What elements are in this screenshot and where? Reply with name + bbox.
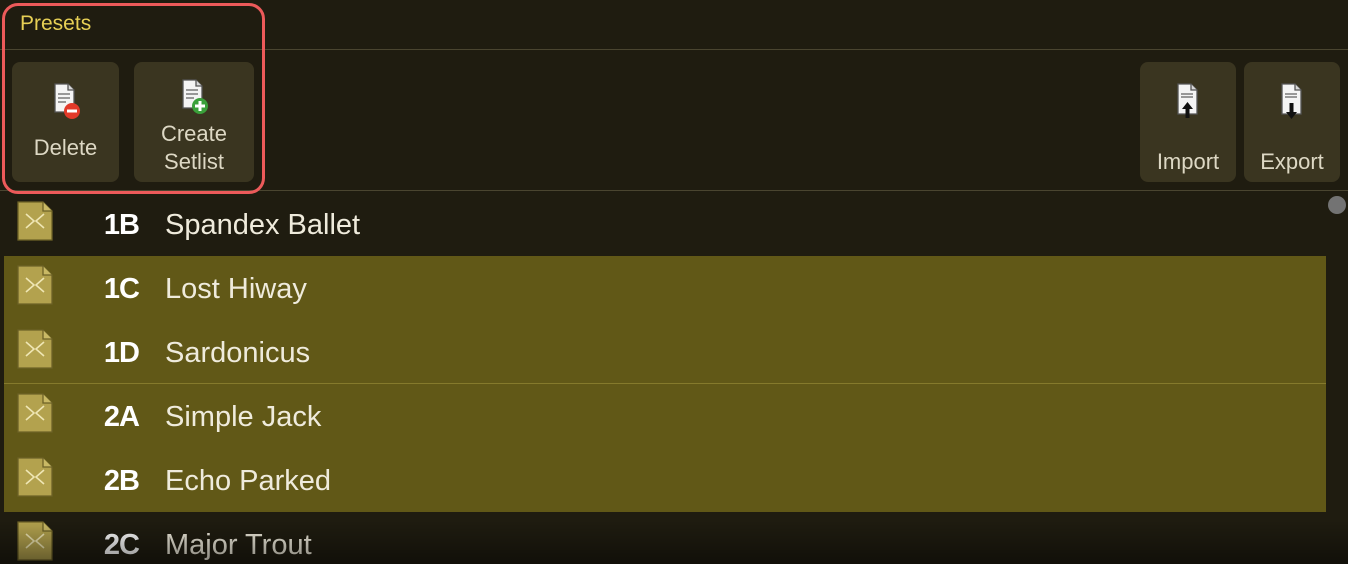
export-label: Export [1260, 149, 1324, 174]
preset-row-1c[interactable]: 1C Lost Hiway [4, 256, 1326, 320]
scrollbar-thumb[interactable] [1328, 196, 1346, 214]
preset-row-2a[interactable]: 2A Simple Jack [4, 384, 1326, 448]
toolbar: Delete Create Setlist Import Export [0, 3, 1348, 194]
preset-name: Sardonicus [165, 337, 311, 369]
import-label: Import [1156, 149, 1220, 174]
preset-file-icon [16, 264, 54, 311]
delete-button[interactable]: Delete [12, 62, 119, 182]
panel-header: Presets [0, 0, 1348, 50]
preset-code: 2C [103, 529, 140, 561]
preset-code: 2A [103, 401, 140, 433]
preset-row-2c[interactable]: 2C Major Trout [4, 512, 1326, 564]
add-document-icon [177, 78, 211, 124]
import-button[interactable]: Import [1140, 62, 1236, 182]
preset-list: 1B Spandex Ballet 1C Lost Hiway 1D Sardo… [4, 192, 1326, 564]
preset-code: 2B [103, 465, 140, 497]
preset-file-icon [16, 392, 54, 439]
preset-row-2b[interactable]: 2B Echo Parked [4, 448, 1326, 512]
preset-file-icon [16, 520, 54, 564]
preset-code: 1C [103, 273, 140, 305]
create-setlist-button[interactable]: Create Setlist [134, 62, 254, 182]
preset-name: Spandex Ballet [165, 209, 361, 241]
preset-name: Simple Jack [165, 401, 322, 433]
preset-file-icon [16, 456, 54, 503]
delete-label: Delete [33, 135, 98, 160]
preset-code: 1B [103, 209, 140, 241]
export-button[interactable]: Export [1244, 62, 1340, 182]
create-setlist-label-line2: Setlist [164, 149, 224, 174]
presets-panel: Presets Delete Create Setlist Import Exp… [0, 0, 1348, 564]
preset-file-icon [16, 328, 54, 375]
preset-code: 1D [103, 337, 140, 369]
preset-row-1b[interactable]: 1B Spandex Ballet [4, 192, 1326, 256]
export-document-icon [1277, 82, 1307, 128]
preset-name: Major Trout [165, 529, 312, 561]
import-document-icon [1173, 82, 1203, 128]
delete-document-icon [49, 82, 83, 128]
preset-name: Echo Parked [165, 465, 332, 497]
create-setlist-label-line1: Create [160, 121, 228, 146]
preset-name: Lost Hiway [165, 273, 307, 305]
bank-divider [4, 383, 1326, 384]
preset-file-icon [16, 200, 54, 247]
panel-title: Presets [20, 12, 92, 35]
preset-row-1d[interactable]: 1D Sardonicus [4, 320, 1326, 384]
